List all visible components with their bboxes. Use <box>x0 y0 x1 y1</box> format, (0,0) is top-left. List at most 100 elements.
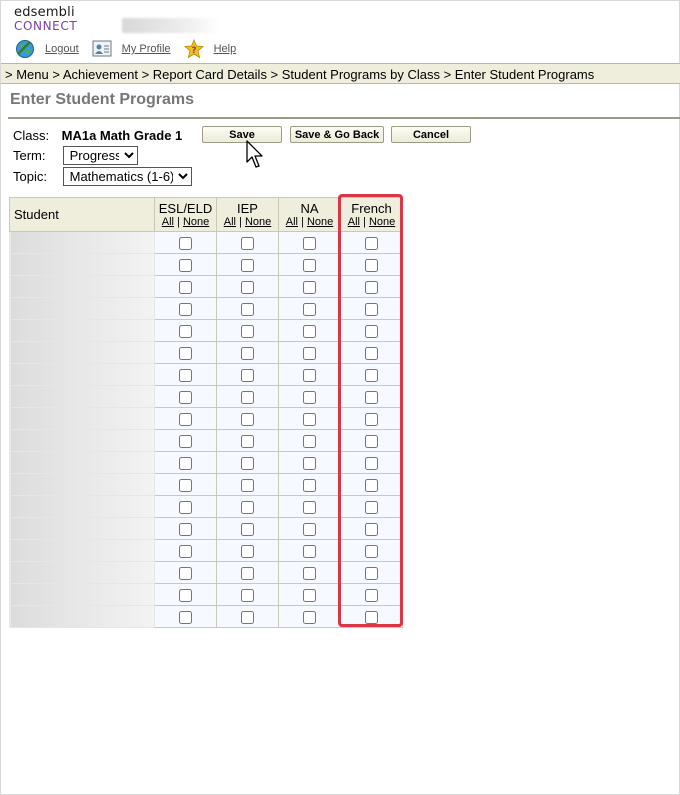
cancel-button[interactable]: Cancel <box>391 126 471 143</box>
topic-select[interactable]: Mathematics (1-6) <box>62 167 192 186</box>
program-checkbox-iep[interactable] <box>241 501 254 515</box>
program-checkbox-esl-eld[interactable] <box>179 325 192 339</box>
term-select[interactable]: Progress <box>62 146 138 165</box>
program-checkbox-iep[interactable] <box>241 237 254 251</box>
program-cell <box>216 605 279 628</box>
program-checkbox-na[interactable] <box>303 457 316 471</box>
program-checkbox-esl-eld[interactable] <box>179 479 192 493</box>
program-checkbox-na[interactable] <box>303 413 316 427</box>
select-none-link[interactable]: None <box>307 216 333 228</box>
program-checkbox-esl-eld[interactable] <box>179 611 192 625</box>
program-checkbox-french[interactable] <box>365 611 378 625</box>
program-checkbox-na[interactable] <box>303 303 316 317</box>
program-cell <box>340 517 403 540</box>
program-checkbox-iep[interactable] <box>241 325 254 339</box>
select-none-link[interactable]: None <box>369 216 395 228</box>
program-checkbox-french[interactable] <box>365 303 378 317</box>
program-checkbox-iep[interactable] <box>241 545 254 559</box>
program-checkbox-na[interactable] <box>303 237 316 251</box>
program-checkbox-french[interactable] <box>365 325 378 339</box>
program-checkbox-french[interactable] <box>365 479 378 493</box>
program-checkbox-na[interactable] <box>303 545 316 559</box>
program-checkbox-french[interactable] <box>365 589 378 603</box>
program-checkbox-french[interactable] <box>365 369 378 383</box>
program-checkbox-french[interactable] <box>365 281 378 295</box>
program-cell <box>278 231 341 254</box>
program-checkbox-iep[interactable] <box>241 391 254 405</box>
program-checkbox-iep[interactable] <box>241 281 254 295</box>
program-checkbox-esl-eld[interactable] <box>179 545 192 559</box>
save-go-back-button[interactable]: Save & Go Back <box>290 126 384 143</box>
program-checkbox-iep[interactable] <box>241 303 254 317</box>
program-checkbox-french[interactable] <box>365 259 378 273</box>
program-checkbox-esl-eld[interactable] <box>179 457 192 471</box>
program-checkbox-iep[interactable] <box>241 589 254 603</box>
program-checkbox-na[interactable] <box>303 347 316 361</box>
save-button[interactable]: Save <box>202 126 282 143</box>
select-all-link[interactable]: All <box>162 216 174 228</box>
logout-link[interactable]: Logout <box>15 39 79 59</box>
program-checkbox-french[interactable] <box>365 457 378 471</box>
program-checkbox-french[interactable] <box>365 237 378 251</box>
program-checkbox-iep[interactable] <box>241 457 254 471</box>
program-checkbox-esl-eld[interactable] <box>179 435 192 449</box>
program-checkbox-na[interactable] <box>303 391 316 405</box>
program-checkbox-iep[interactable] <box>241 567 254 581</box>
program-checkbox-esl-eld[interactable] <box>179 259 192 273</box>
help-link[interactable]: ? Help <box>183 38 236 59</box>
program-checkbox-na[interactable] <box>303 435 316 449</box>
program-checkbox-na[interactable] <box>303 501 316 515</box>
program-checkbox-french[interactable] <box>365 391 378 405</box>
select-none-link[interactable]: None <box>183 216 209 228</box>
table-row <box>9 561 403 584</box>
my-profile-link[interactable]: My Profile <box>92 39 171 59</box>
program-checkbox-french[interactable] <box>365 435 378 449</box>
program-cell <box>154 539 217 562</box>
program-checkbox-na[interactable] <box>303 523 316 537</box>
select-all-link[interactable]: All <box>224 216 236 228</box>
program-checkbox-esl-eld[interactable] <box>179 237 192 251</box>
program-checkbox-iep[interactable] <box>241 479 254 493</box>
program-cell <box>154 473 217 496</box>
program-checkbox-iep[interactable] <box>241 523 254 537</box>
program-checkbox-french[interactable] <box>365 413 378 427</box>
program-checkbox-iep[interactable] <box>241 611 254 625</box>
program-checkbox-na[interactable] <box>303 589 316 603</box>
program-checkbox-iep[interactable] <box>241 347 254 361</box>
select-all-link[interactable]: All <box>286 216 298 228</box>
program-checkbox-iep[interactable] <box>241 259 254 273</box>
program-checkbox-iep[interactable] <box>241 369 254 383</box>
program-checkbox-na[interactable] <box>303 325 316 339</box>
program-checkbox-french[interactable] <box>365 523 378 537</box>
program-checkbox-esl-eld[interactable] <box>179 589 192 603</box>
program-cell <box>154 561 217 584</box>
program-checkbox-esl-eld[interactable] <box>179 281 192 295</box>
program-checkbox-esl-eld[interactable] <box>179 369 192 383</box>
program-checkbox-na[interactable] <box>303 259 316 273</box>
program-checkbox-esl-eld[interactable] <box>179 523 192 537</box>
program-cell <box>340 539 403 562</box>
table-row <box>9 407 403 430</box>
program-checkbox-esl-eld[interactable] <box>179 501 192 515</box>
select-none-link[interactable]: None <box>245 216 271 228</box>
program-checkbox-na[interactable] <box>303 281 316 295</box>
program-checkbox-french[interactable] <box>365 501 378 515</box>
program-checkbox-na[interactable] <box>303 567 316 581</box>
select-all-link[interactable]: All <box>348 216 360 228</box>
program-checkbox-na[interactable] <box>303 611 316 625</box>
program-checkbox-french[interactable] <box>365 545 378 559</box>
program-cell <box>216 385 279 408</box>
program-checkbox-iep[interactable] <box>241 413 254 427</box>
program-cell <box>340 385 403 408</box>
program-checkbox-french[interactable] <box>365 347 378 361</box>
program-checkbox-na[interactable] <box>303 479 316 493</box>
program-cell <box>216 407 279 430</box>
program-checkbox-esl-eld[interactable] <box>179 391 192 405</box>
program-checkbox-french[interactable] <box>365 567 378 581</box>
program-checkbox-iep[interactable] <box>241 435 254 449</box>
program-checkbox-esl-eld[interactable] <box>179 347 192 361</box>
program-checkbox-esl-eld[interactable] <box>179 567 192 581</box>
program-checkbox-esl-eld[interactable] <box>179 413 192 427</box>
program-checkbox-na[interactable] <box>303 369 316 383</box>
program-checkbox-esl-eld[interactable] <box>179 303 192 317</box>
